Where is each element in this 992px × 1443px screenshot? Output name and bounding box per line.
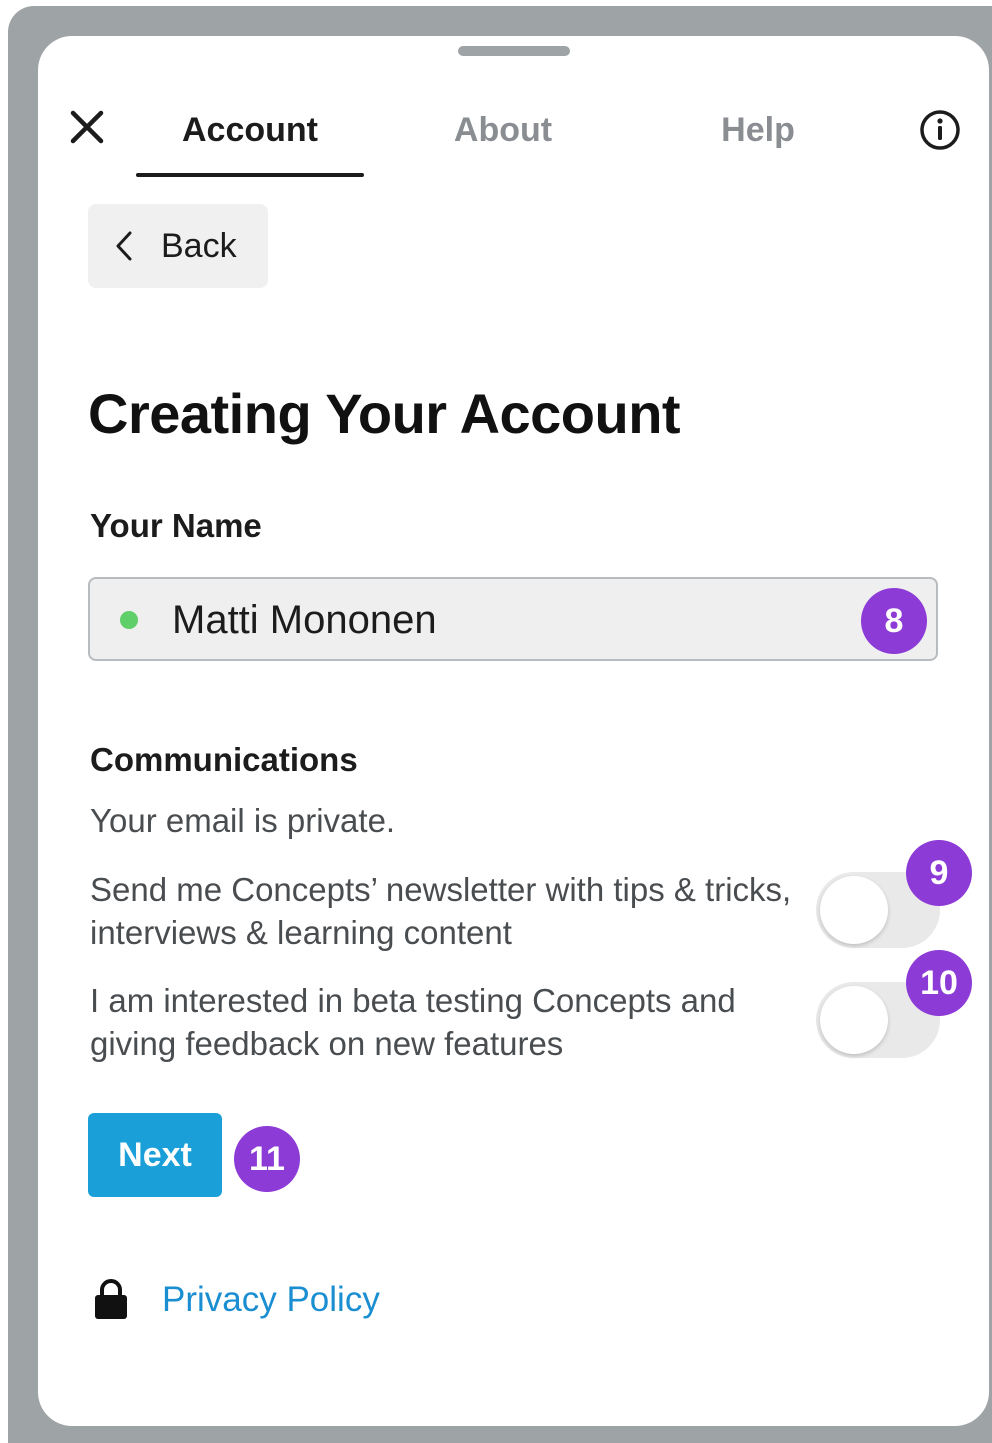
toggle-knob <box>820 986 888 1054</box>
account-sheet: Account About Help Back Creating Your Ac… <box>38 36 989 1426</box>
sheet-grabber[interactable] <box>458 46 570 56</box>
tab-about[interactable]: About <box>406 108 600 152</box>
newsletter-option-label: Send me Concepts’ newsletter with tips &… <box>90 871 792 951</box>
annotation-badge: 8 <box>861 588 927 654</box>
active-tab-indicator <box>136 173 364 177</box>
lock-icon <box>95 1279 127 1319</box>
privacy-note: Your email is private. <box>90 802 396 839</box>
chevron-left-icon <box>116 231 132 261</box>
close-icon <box>70 110 104 144</box>
close-button[interactable] <box>68 108 106 146</box>
beta-option-label: I am interested in beta testing Concepts… <box>90 982 736 1062</box>
name-input[interactable]: Matti Mononen <box>88 577 938 661</box>
annotation-badge: 11 <box>234 1126 300 1192</box>
annotation-badge: 9 <box>906 840 972 906</box>
tab-account[interactable]: Account <box>136 108 364 152</box>
next-button[interactable]: Next <box>88 1113 222 1197</box>
window-frame: Account About Help Back Creating Your Ac… <box>8 6 992 1443</box>
name-label: Your Name <box>90 507 262 544</box>
annotation-badge: 10 <box>906 950 972 1016</box>
info-button[interactable] <box>918 108 962 152</box>
communications-heading: Communications <box>90 741 358 778</box>
info-icon <box>920 110 960 150</box>
back-label: Back <box>161 227 237 265</box>
tab-help[interactable]: Help <box>658 108 858 152</box>
back-button[interactable]: Back <box>88 204 268 288</box>
privacy-policy-link[interactable]: Privacy Policy <box>162 1278 380 1322</box>
status-dot <box>120 611 138 629</box>
page-title: Creating Your Account <box>88 382 681 445</box>
toggle-knob <box>820 876 888 944</box>
name-value: Matti Mononen <box>172 598 437 642</box>
